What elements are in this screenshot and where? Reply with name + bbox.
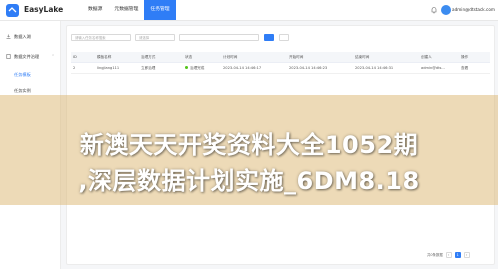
sidebar-item-label: 数据文件治理 [14, 54, 40, 59]
watermark-line-2: ,深层数据计划实施_6DM8.18 [78, 167, 420, 195]
sidebar-item-file-governance[interactable]: 数据文件治理 ˄ [0, 51, 60, 63]
watermark-line-1: 新澳天天开奖资料大全1052期 [79, 131, 419, 159]
table-header-row: ID 模板名称 治理方式 状态 计划时间 开始时间 结束时间 创建人 操作 [71, 52, 490, 63]
download-icon [6, 34, 11, 39]
easylake-logo-icon [6, 4, 19, 17]
nav-tab-metadata[interactable]: 元数据管理 [108, 0, 144, 20]
column-header-id: ID [71, 52, 95, 63]
column-header-status: 状态 [183, 52, 221, 63]
table-row: 2 lingjiang111 立即治理 治理完成 2023-04-14 14:4… [71, 62, 490, 74]
column-header-actions: 操作 [459, 52, 490, 63]
watermark-banner: 新澳天天开奖资料大全1052期 ,深层数据计划实施_6DM8.18 [0, 95, 498, 205]
status-success-dot [185, 66, 188, 69]
user-avatar[interactable] [441, 5, 451, 15]
document-icon [6, 54, 11, 59]
column-header-governance-method: 治理方式 [139, 52, 183, 63]
user-email[interactable]: admin@dtstack.com [452, 7, 495, 12]
cell-creator: admin@dts... [419, 62, 459, 74]
cell-planned-time: 2023-04-14 14:46:17 [221, 62, 287, 74]
cell-end-time: 2023-04-14 14:46:31 [353, 62, 419, 74]
nav-tab-tasks[interactable]: 任务管理 [144, 0, 176, 20]
column-header-creator: 创建人 [419, 52, 459, 63]
column-header-planned-time: 计划时间 [221, 52, 287, 63]
pagination: 共0条数据 ‹ 1 › [427, 251, 470, 258]
view-action-link[interactable]: 查看 [459, 62, 490, 74]
task-table: ID 模板名称 治理方式 状态 计划时间 开始时间 结束时间 创建人 操作 2 … [71, 52, 490, 74]
sidebar-item-data-ingest[interactable]: 数据入湖 [0, 31, 60, 43]
sidebar-subitem-label: 任务实例 [14, 88, 31, 93]
cell-status: 治理完成 [183, 62, 221, 74]
brand-name: EasyLake [24, 5, 64, 14]
page-number-button[interactable]: 1 [454, 251, 461, 258]
sidebar-subitem-task-template[interactable]: 任务模板 [0, 69, 60, 80]
pagination-total: 共0条数据 [427, 253, 443, 257]
notification-bell-icon[interactable] [430, 6, 438, 14]
sidebar-subitem-label: 任务模板 [14, 72, 31, 77]
sidebar-item-label: 数据入湖 [14, 34, 31, 39]
top-navigation-bar: EasyLake 数据源 元数据管理 任务管理 admin@dtstack.co… [0, 0, 498, 21]
status-select[interactable]: 请选择 [135, 34, 175, 41]
cell-template-name-link[interactable]: lingjiang111 [95, 62, 139, 74]
task-name-search-input[interactable]: 请输入任务名称搜索 [71, 34, 131, 41]
next-page-button[interactable]: › [463, 251, 470, 258]
search-button[interactable] [264, 34, 274, 41]
column-header-start-time: 开始时间 [287, 52, 353, 63]
chevron-up-icon: ˄ [52, 54, 55, 59]
prev-page-button[interactable]: ‹ [445, 251, 452, 258]
column-header-end-time: 结束时间 [353, 52, 419, 63]
cell-start-time: 2023-04-14 14:46:23 [287, 62, 353, 74]
cell-governance-method: 立即治理 [139, 62, 183, 74]
main-nav: 数据源 元数据管理 任务管理 [82, 0, 176, 20]
cell-id: 2 [71, 62, 95, 74]
status-text: 治理完成 [190, 65, 205, 70]
column-header-template-name: 模板名称 [95, 52, 139, 63]
nav-tab-datasource[interactable]: 数据源 [82, 0, 108, 20]
date-range-picker[interactable] [179, 34, 259, 41]
reset-button[interactable] [279, 34, 289, 41]
